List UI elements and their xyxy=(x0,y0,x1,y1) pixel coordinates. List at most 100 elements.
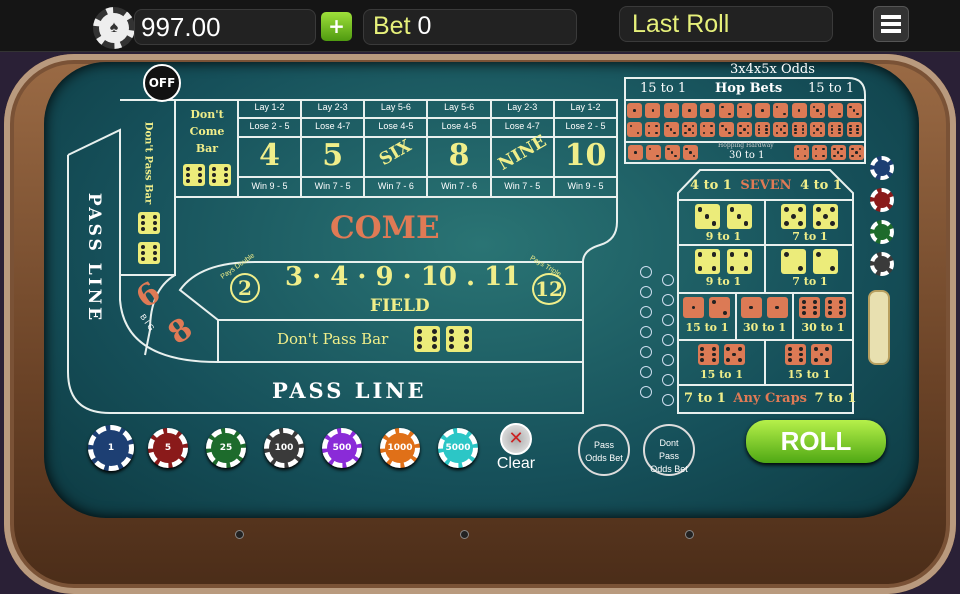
craps-odds[interactable]: 30 to 1 xyxy=(793,321,853,334)
dont-come-bar[interactable]: Don't Come Bar xyxy=(176,106,238,157)
clear-label: Clear xyxy=(496,455,536,472)
dont-pass-odds-bet[interactable]: Dont Pass Odds Bet xyxy=(643,424,695,476)
roll-button[interactable]: ROLL xyxy=(746,420,886,463)
die-face-5 xyxy=(810,122,825,137)
seven-bet[interactable]: 4 to 1 SEVEN 4 to 1 xyxy=(690,178,842,193)
field-two: 2 xyxy=(230,273,260,303)
chip-25[interactable]: 25 xyxy=(206,428,246,468)
craps-odds[interactable]: 15 to 1 xyxy=(765,368,853,381)
die-face-3 xyxy=(846,103,862,118)
win-odds: Win 9 - 5 xyxy=(251,181,288,191)
die-face-1 xyxy=(700,103,716,118)
die-face-1 xyxy=(663,103,679,118)
seven-left-odds: 4 to 1 xyxy=(690,178,732,193)
die-face-2 xyxy=(627,122,642,137)
die-face-2 xyxy=(781,249,806,274)
die-face-6 xyxy=(799,297,820,318)
dont-pass-bar[interactable]: Don't Pass Bar xyxy=(277,330,388,348)
lose-odds: Lose 2 - 5 xyxy=(249,121,290,131)
horn-bet-circle[interactable] xyxy=(662,274,674,286)
horn-bet-circle[interactable] xyxy=(662,394,674,406)
any-craps-bet[interactable]: 7 to 1 Any Craps 7 to 1 xyxy=(684,391,856,406)
point-number-label: 10 xyxy=(564,138,607,173)
die-face-3 xyxy=(682,145,698,160)
die-face-6 xyxy=(138,242,160,264)
die-face-6 xyxy=(697,344,719,365)
win-odds: Win 7 - 5 xyxy=(314,181,351,191)
chip-1[interactable]: 1 xyxy=(88,425,134,471)
any-craps-label: Any Craps xyxy=(733,391,808,406)
craps-odds[interactable]: 15 to 1 xyxy=(678,321,736,334)
pass-line[interactable]: PASS LINE xyxy=(272,378,427,403)
hop-bets-title: Hop Bets xyxy=(715,81,783,96)
die-face-3 xyxy=(718,122,734,137)
die-face-6 xyxy=(414,326,440,352)
horn-bet-circle[interactable] xyxy=(662,374,674,386)
win-odds: Win 7 - 6 xyxy=(377,181,414,191)
craps-odds[interactable]: 30 to 1 xyxy=(736,321,793,334)
die-face-1 xyxy=(628,145,643,160)
side-chip xyxy=(870,252,894,276)
die-face-6 xyxy=(825,297,846,318)
clear-button[interactable]: ✕ Clear xyxy=(494,423,538,473)
craps-odds[interactable]: 15 to 1 xyxy=(678,368,765,381)
die-face-5 xyxy=(848,145,864,160)
horn-bet-circle[interactable] xyxy=(640,326,652,338)
field-twelve: 12 xyxy=(532,273,566,305)
point-number-label: 4 xyxy=(259,138,280,173)
die-face-6 xyxy=(183,164,205,186)
chip-1000[interactable]: 1000 xyxy=(380,428,420,468)
horn-bet-circle[interactable] xyxy=(662,294,674,306)
horn-bet-circle[interactable] xyxy=(640,386,652,398)
die-face-5 xyxy=(811,344,832,365)
chip-5[interactable]: 5 xyxy=(148,428,188,468)
dont-pass-bar-vertical[interactable]: Don't Pass Bar xyxy=(143,122,154,204)
off-puck[interactable]: OFF xyxy=(143,64,181,102)
die-face-4 xyxy=(812,145,828,160)
die-face-5 xyxy=(830,145,846,160)
come-area[interactable]: COME xyxy=(330,210,440,246)
side-slider[interactable] xyxy=(868,290,890,365)
lay-odds: Lay 5-6 xyxy=(444,102,475,112)
hardway-odds[interactable]: 7 to 1 xyxy=(767,230,853,243)
hardway-odds[interactable]: 9 to 1 xyxy=(680,275,767,288)
horn-bet-circle[interactable] xyxy=(662,354,674,366)
die-face-2 xyxy=(773,103,789,118)
die-face-2 xyxy=(646,145,662,160)
die-face-6 xyxy=(755,122,771,137)
die-face-6 xyxy=(846,122,862,137)
die-face-6 xyxy=(138,212,160,234)
horn-bet-circle[interactable] xyxy=(640,266,652,278)
die-face-6 xyxy=(446,326,472,352)
die-face-5 xyxy=(773,122,789,137)
chip-500[interactable]: 500 xyxy=(322,428,362,468)
die-face-2 xyxy=(718,103,734,118)
horn-bet-circle[interactable] xyxy=(662,314,674,326)
lay-odds: Lay 2-3 xyxy=(317,102,348,112)
pass-odds-bet[interactable]: Pass Odds Bet xyxy=(578,424,630,476)
field-numbers[interactable]: 3 · 4 · 9 · 10 . 11 xyxy=(285,262,520,292)
hardway-odds[interactable]: 9 to 1 xyxy=(680,230,767,243)
lose-odds: Lose 4-7 xyxy=(315,121,351,131)
die-face-1 xyxy=(791,103,807,118)
hop-left-odds: 15 to 1 xyxy=(640,81,687,96)
die-face-4 xyxy=(700,122,716,137)
die-face-3 xyxy=(664,145,680,160)
hardway-odds[interactable]: 7 to 1 xyxy=(767,275,853,288)
die-face-2 xyxy=(828,103,844,118)
chip-100[interactable]: 100 xyxy=(264,428,304,468)
horn-bet-circle[interactable] xyxy=(640,286,652,298)
chip-5000[interactable]: 5000 xyxy=(438,428,478,468)
die-face-6 xyxy=(785,344,806,365)
horn-bet-circle[interactable] xyxy=(640,366,652,378)
die-face-3 xyxy=(694,204,720,229)
lay-odds: Lay 5-6 xyxy=(380,102,411,112)
horn-bet-circle[interactable] xyxy=(640,346,652,358)
win-odds: Win 9 - 5 xyxy=(567,181,604,191)
lay-odds: Lay 2-3 xyxy=(507,102,538,112)
horn-bet-circle[interactable] xyxy=(640,306,652,318)
die-face-6 xyxy=(828,122,844,137)
horn-bet-circle[interactable] xyxy=(662,334,674,346)
any-craps-right-odds: 7 to 1 xyxy=(814,391,857,406)
pass-line-vertical[interactable]: PASS LINE xyxy=(84,193,104,323)
